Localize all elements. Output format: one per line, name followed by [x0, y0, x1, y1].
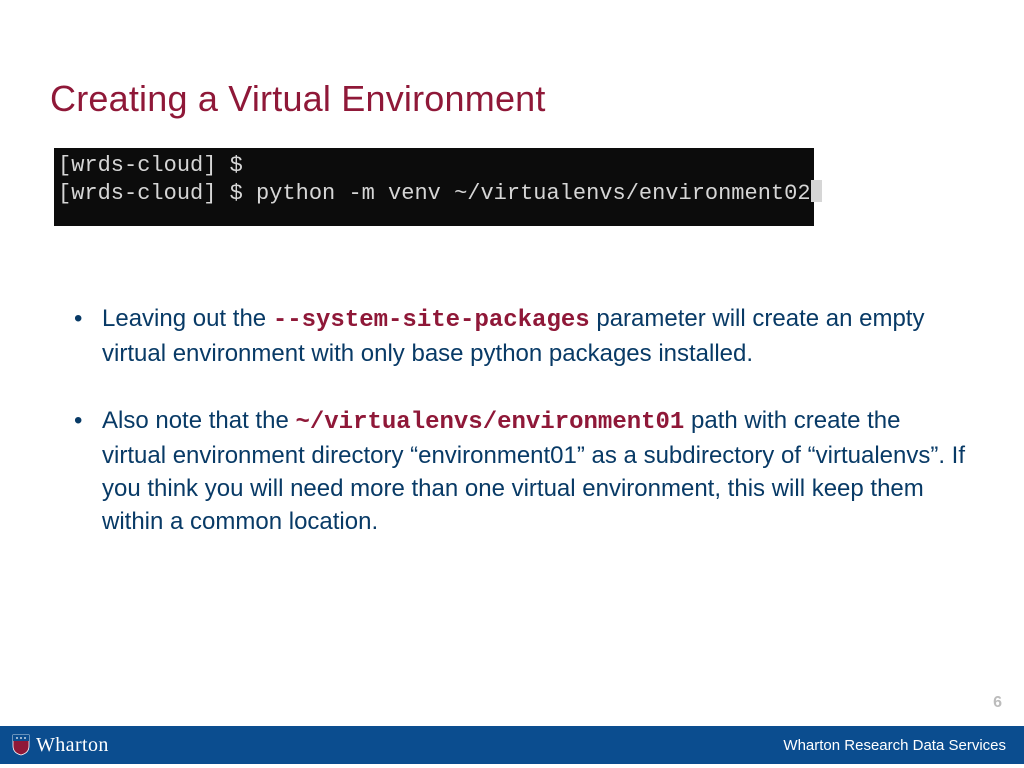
wharton-wordmark: Wharton	[36, 734, 109, 757]
inline-code: --system-site-packages	[273, 307, 590, 334]
bullet-text-pre: Also note that the	[102, 407, 295, 434]
slide: Creating a Virtual Environment [wrds-clo…	[0, 0, 1024, 768]
slide-footer: Wharton Wharton Research Data Services	[0, 726, 1024, 764]
terminal-line-1: [wrds-cloud] $	[58, 153, 243, 178]
wharton-shield-icon	[12, 734, 30, 756]
footer-brand: Wharton	[12, 734, 109, 757]
terminal-screenshot: [wrds-cloud] $ [wrds-cloud] $ python -m …	[54, 148, 814, 226]
bullet-item: Leaving out the --system-site-packages p…	[70, 302, 970, 370]
bullet-list: Leaving out the --system-site-packages p…	[70, 302, 970, 572]
terminal-line-2: [wrds-cloud] $ python -m venv ~/virtuale…	[58, 181, 811, 206]
bullet-item: Also note that the ~/virtualenvs/environ…	[70, 404, 970, 538]
footer-service-name: Wharton Research Data Services	[783, 737, 1006, 754]
terminal-cursor	[811, 180, 822, 202]
page-number: 6	[993, 694, 1002, 712]
inline-code: ~/virtualenvs/environment01	[295, 409, 684, 436]
slide-title: Creating a Virtual Environment	[50, 78, 546, 120]
bullet-text-pre: Leaving out the	[102, 305, 273, 332]
